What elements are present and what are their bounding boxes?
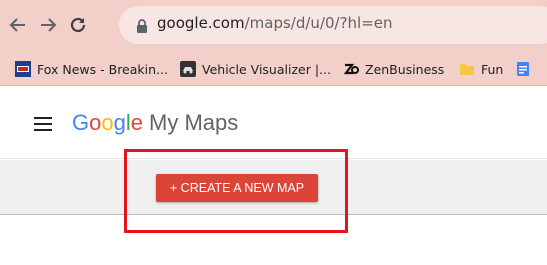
folder-icon	[460, 64, 474, 75]
browser-toolbar: google.com/maps/d/u/0/?hl=en	[0, 0, 547, 50]
fox-news-icon	[15, 61, 31, 77]
url-path: /maps/d/u/0/?hl=en	[244, 14, 393, 32]
bookmark-fun[interactable]: Fun	[459, 60, 503, 78]
highlight-annotation-box	[124, 149, 348, 233]
zenbusiness-icon	[343, 63, 359, 75]
bookmark-vehicle-visualizer[interactable]: Vehicle Visualizer |...	[180, 60, 331, 78]
bookmark-label: Fox News - Breakin...	[37, 61, 168, 77]
logo-letter: G	[72, 110, 90, 135]
menu-icon[interactable]	[34, 117, 52, 131]
bookmark-fox-news[interactable]: Fox News - Breakin...	[15, 60, 168, 78]
product-name: My Maps	[149, 110, 239, 135]
logo-letter: e	[130, 110, 144, 135]
forward-arrow-icon[interactable]	[34, 11, 62, 39]
bookmark-label: Fun	[481, 61, 504, 77]
back-arrow-icon[interactable]	[4, 11, 32, 39]
url-text[interactable]: google.com/maps/d/u/0/?hl=en	[157, 14, 393, 32]
logo-letter: o	[89, 110, 102, 135]
vehicle-icon	[180, 61, 196, 77]
lock-icon[interactable]	[136, 19, 148, 33]
url-host: google.com	[157, 14, 245, 32]
bookmark-doc[interactable]	[515, 60, 537, 78]
bookmark-label: ZenBusiness	[365, 61, 445, 77]
logo-letter: g	[113, 110, 126, 135]
logo-letter: o	[101, 110, 114, 135]
reload-icon[interactable]	[64, 11, 92, 39]
bookmark-zenbusiness[interactable]: ZenBusiness	[343, 60, 444, 78]
bookmark-label: Vehicle Visualizer |...	[202, 61, 331, 77]
google-my-maps-logo[interactable]: Google My Maps	[72, 110, 238, 136]
doc-icon	[517, 62, 529, 76]
bookmarks-bar: Fox News - Breakin... Vehicle Visualizer…	[0, 50, 547, 86]
